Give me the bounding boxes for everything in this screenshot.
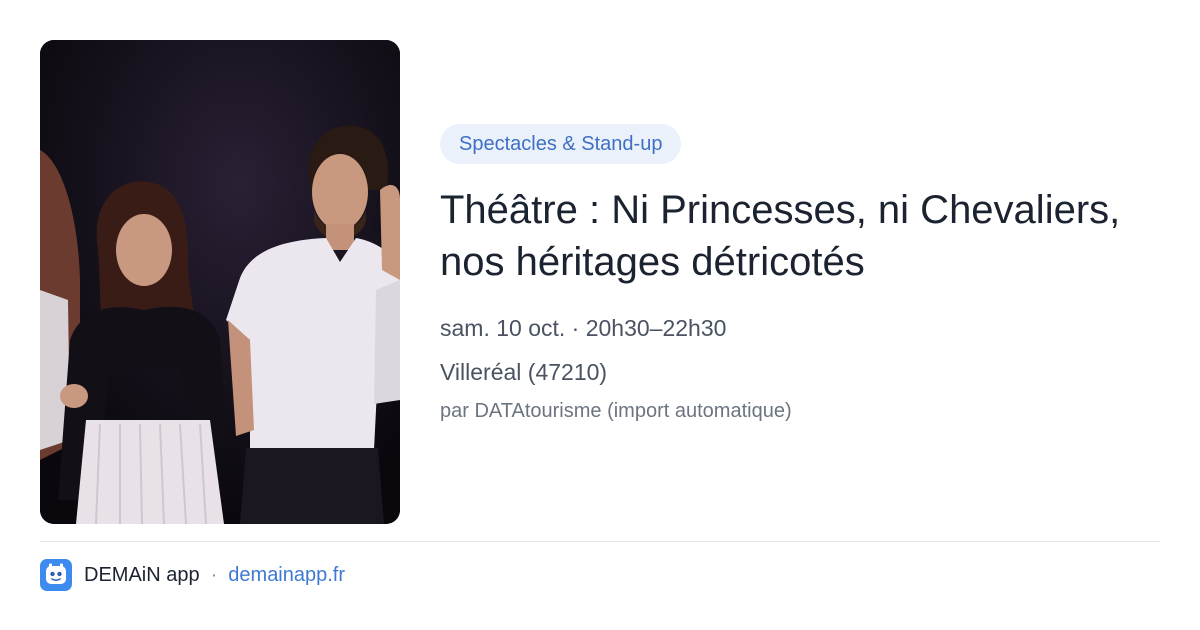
app-website-link[interactable]: demainapp.fr: [228, 564, 345, 587]
demain-app-icon: [40, 559, 72, 591]
event-title: Théâtre : Ni Princesses, ni Chevaliers, …: [440, 188, 1121, 284]
footer-divider: [40, 541, 1160, 542]
event-details: Spectacles & Stand-up Théâtre : Ni Princ…: [440, 124, 1170, 426]
footer: DEMAiN app · demainapp.fr: [40, 559, 345, 591]
event-source: par DATAtourisme (import automatique): [440, 400, 792, 422]
event-location: Villeréal (47210): [440, 359, 608, 385]
event-datetime: sam. 10 oct. · 20h30–22h30: [440, 315, 727, 341]
footer-separator: ·: [210, 563, 218, 586]
category-badge[interactable]: Spectacles & Stand-up: [440, 124, 682, 164]
event-preview-card: Spectacles & Stand-up Théâtre : Ni Princ…: [0, 0, 1200, 630]
app-name: DEMAiN app: [84, 563, 200, 586]
event-photo: [40, 40, 400, 524]
